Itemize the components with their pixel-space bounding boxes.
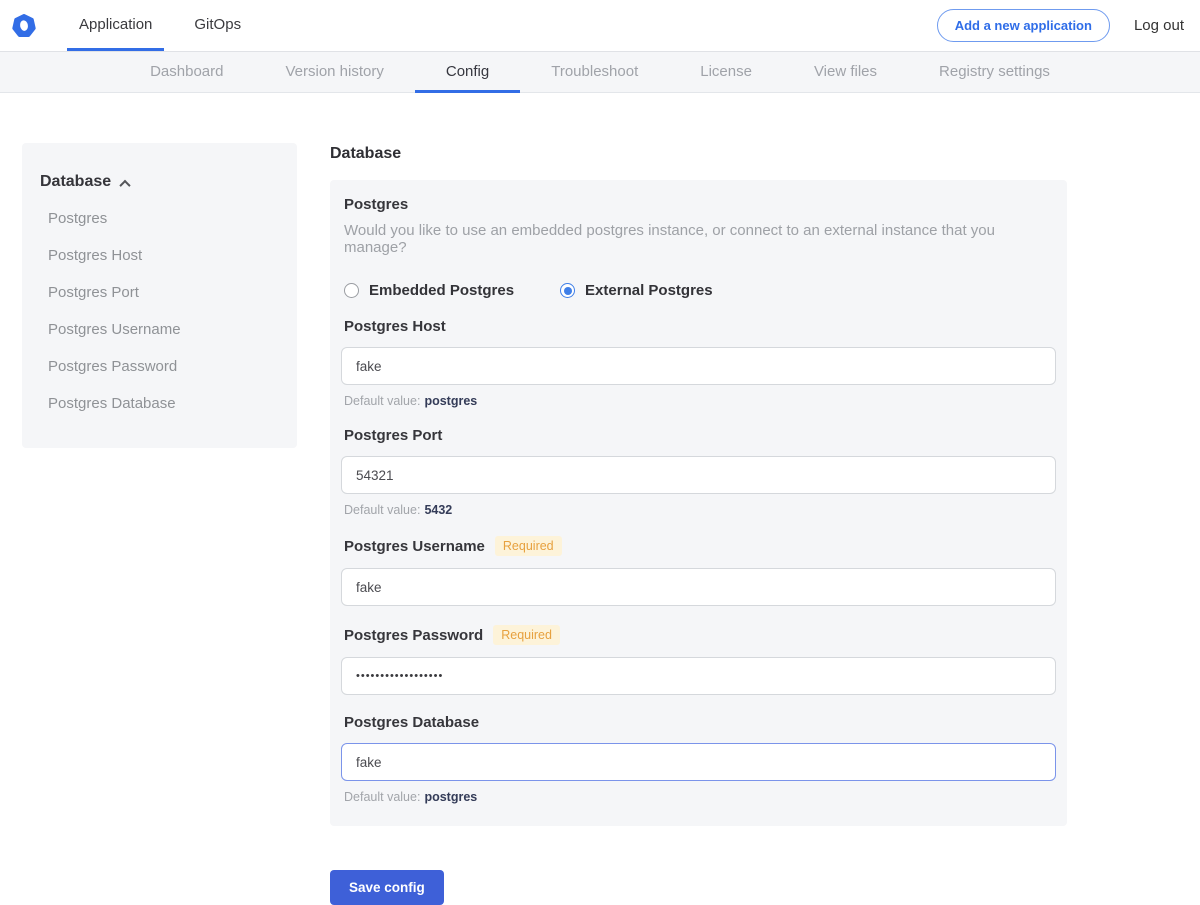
sidebar-group-database[interactable]: Database xyxy=(40,165,279,191)
required-badge: Required xyxy=(495,536,562,556)
subnav-item-version-history[interactable]: Version history xyxy=(254,52,414,93)
subnav-item-dashboard[interactable]: Dashboard xyxy=(119,52,254,93)
config-group-panel: Postgres Would you like to use an embedd… xyxy=(330,180,1067,826)
default-value: postgres xyxy=(424,394,477,408)
field-postgres-port: Postgres Port Default value:5432 xyxy=(341,427,1056,517)
sidebar-item-postgres-password[interactable]: Postgres Password xyxy=(40,348,279,385)
app-subnav: Dashboard Version history Config Trouble… xyxy=(0,52,1200,93)
radio-unselected-icon[interactable] xyxy=(344,283,359,298)
sidebar-item-postgres-host[interactable]: Postgres Host xyxy=(40,237,279,274)
field-postgres-username: Postgres Username Required xyxy=(341,536,1056,606)
postgres-type-radio-group: Embedded Postgres External Postgres xyxy=(344,282,1056,299)
sidebar-group-label: Database xyxy=(40,173,111,191)
subnav-item-registry-settings[interactable]: Registry settings xyxy=(908,52,1081,93)
config-group-label: Postgres xyxy=(344,196,1056,213)
config-main: Database Postgres Would you like to use … xyxy=(330,143,1067,905)
default-value-hint: Default value:postgres xyxy=(344,394,1056,408)
postgres-port-input[interactable] xyxy=(341,456,1056,494)
sidebar-item-postgres[interactable]: Postgres xyxy=(40,200,279,237)
chevron-up-icon xyxy=(119,179,130,190)
save-config-button[interactable]: Save config xyxy=(330,870,444,905)
subnav-item-license[interactable]: License xyxy=(669,52,783,93)
radio-external-postgres-label: External Postgres xyxy=(585,282,713,299)
field-label: Postgres Database xyxy=(344,714,479,731)
app-logo-icon xyxy=(11,13,37,39)
postgres-database-input[interactable] xyxy=(341,743,1056,781)
add-new-application-button[interactable]: Add a new application xyxy=(937,9,1110,42)
sidebar-item-postgres-port[interactable]: Postgres Port xyxy=(40,274,279,311)
primary-tabs: Application GitOps xyxy=(67,0,253,51)
default-value-hint: Default value:5432 xyxy=(344,503,1056,517)
postgres-password-input[interactable] xyxy=(341,657,1056,695)
field-postgres-password: Postgres Password Required xyxy=(341,625,1056,695)
default-value: 5432 xyxy=(424,503,452,517)
field-label: Postgres Username xyxy=(344,538,485,555)
field-label: Postgres Port xyxy=(344,427,442,444)
postgres-host-input[interactable] xyxy=(341,347,1056,385)
field-label: Postgres Host xyxy=(344,318,446,335)
logout-button[interactable]: Log out xyxy=(1134,17,1184,34)
sidebar-item-postgres-database[interactable]: Postgres Database xyxy=(40,385,279,422)
app-logo xyxy=(0,0,67,51)
config-sidebar: Database Postgres Postgres Host Postgres… xyxy=(22,143,297,448)
sidebar-item-list: Postgres Postgres Host Postgres Port Pos… xyxy=(40,200,279,422)
subnav-item-config[interactable]: Config xyxy=(415,52,520,93)
config-group-help-text: Would you like to use an embedded postgr… xyxy=(344,222,1056,256)
default-value-hint: Default value:postgres xyxy=(344,790,1056,804)
required-badge: Required xyxy=(493,625,560,645)
postgres-username-input[interactable] xyxy=(341,568,1056,606)
tab-gitops[interactable]: GitOps xyxy=(182,0,253,51)
content-area: Database Postgres Postgres Host Postgres… xyxy=(0,93,1200,905)
app-header: Application GitOps Add a new application… xyxy=(0,0,1200,52)
header-actions: Add a new application Log out xyxy=(937,0,1200,51)
field-postgres-host: Postgres Host Default value:postgres xyxy=(341,318,1056,408)
field-label: Postgres Password xyxy=(344,627,483,644)
sidebar-item-postgres-username[interactable]: Postgres Username xyxy=(40,311,279,348)
subnav-item-view-files[interactable]: View files xyxy=(783,52,908,93)
tab-application[interactable]: Application xyxy=(67,0,164,51)
subnav-item-troubleshoot[interactable]: Troubleshoot xyxy=(520,52,669,93)
default-value: postgres xyxy=(424,790,477,804)
page-title: Database xyxy=(330,145,1067,163)
radio-embedded-postgres-label: Embedded Postgres xyxy=(369,282,514,299)
radio-external-postgres[interactable]: External Postgres xyxy=(560,282,713,299)
radio-selected-icon[interactable] xyxy=(560,283,575,298)
field-postgres-database: Postgres Database Default value:postgres xyxy=(341,714,1056,804)
radio-embedded-postgres[interactable]: Embedded Postgres xyxy=(344,282,514,299)
